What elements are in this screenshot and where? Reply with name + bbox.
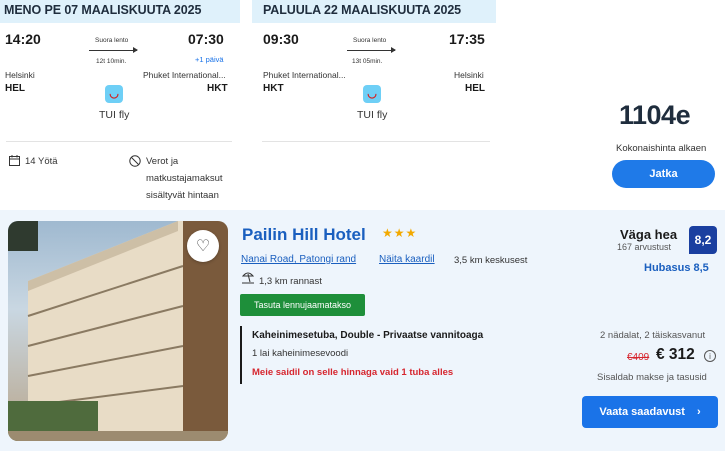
heart-icon[interactable]: ♡ — [187, 230, 219, 262]
chevron-right-icon: › — [696, 406, 701, 418]
rating-word: Väga hea — [620, 227, 678, 242]
outbound-direct-label: Suora lento — [95, 37, 129, 44]
continue-button[interactable]: Jatka — [612, 160, 715, 188]
inbound-direct-label: Suora lento — [353, 37, 387, 44]
outbound-from-code: HEL — [5, 83, 25, 94]
outbound-divider — [6, 141, 232, 142]
distance-beach: 1,3 km rannast — [259, 276, 322, 287]
outbound-airline: TUI fly — [99, 109, 130, 121]
scarcity-message: Meie saidil on selle hinnaga vaid 1 tuba… — [252, 367, 454, 378]
total-price-label: Kokonaishinta alkaen — [616, 143, 707, 154]
distance-center: 3,5 km keskusest — [454, 255, 528, 266]
bed-info: 1 lai kaheinimesevoodi — [252, 348, 349, 359]
outbound-arrive-time: 07:30 — [188, 31, 224, 47]
hotel-address-link[interactable]: Nanai Road, Patongi rand — [241, 254, 356, 265]
inbound-depart-time: 09:30 — [263, 31, 299, 47]
tui-logo-icon: ◡ — [363, 85, 381, 103]
outbound-header: MENO PE 07 MAALISKUUTA 2025 — [0, 0, 240, 23]
stay-info: 2 nädalat, 2 täiskasvanut — [600, 330, 706, 341]
inbound-duration: 13t 05min. — [352, 58, 383, 65]
outbound-duration: 12t 10min. — [96, 58, 127, 65]
outbound-to-city: Phuket International... — [143, 70, 226, 80]
calendar-icon — [9, 155, 20, 169]
inbound-arrive-time: 17:35 — [449, 31, 485, 47]
fees-line: Verot ja — [146, 156, 179, 167]
taxes-included: Sisaldab makse ja tasusid — [597, 372, 707, 383]
hotel-stars: ★★★ — [382, 226, 418, 240]
new-price: € 312 — [656, 346, 695, 363]
beach-umbrella-icon — [241, 270, 255, 287]
fees-note: Verot ja matkustajamaksut sisältyvät hin… — [146, 153, 223, 204]
inbound-to-city: Helsinki — [454, 70, 484, 80]
coziness-score: Hubasus 8,5 — [644, 262, 709, 274]
show-on-map-link[interactable]: Näita kaardil — [379, 254, 435, 265]
inbound-to-code: HEL — [465, 83, 485, 94]
nights-count: 14 Yötä — [25, 156, 58, 167]
inbound-divider — [262, 141, 490, 142]
outbound-from-city: Helsinki — [5, 70, 35, 80]
view-availability-label: Vaata saadavust — [599, 406, 685, 418]
hotel-name[interactable]: Pailin Hill Hotel — [242, 225, 366, 245]
outbound-plus-day: +1 päivä — [195, 55, 224, 64]
inbound-header: PALUULA 22 MAALISKUUTA 2025 — [252, 0, 496, 23]
inbound-from-city: Phuket International... — [263, 70, 346, 80]
review-count[interactable]: 167 arvustust — [617, 242, 671, 252]
view-availability-button[interactable]: Vaata saadavust › — [582, 396, 718, 428]
tui-logo-icon: ◡ — [105, 85, 123, 103]
inbound-arrow — [347, 47, 396, 53]
old-price: €409 — [627, 352, 650, 363]
search-results-page: MENO PE 07 MAALISKUUTA 2025 14:20 Suora … — [0, 0, 725, 451]
outbound-arrow — [89, 47, 138, 53]
fees-line: sisältyvät hintaan — [146, 190, 219, 201]
outbound-to-code: HKT — [207, 83, 228, 94]
fees-line: matkustajamaksut — [146, 173, 223, 184]
room-divider — [240, 326, 242, 384]
inbound-airline: TUI fly — [357, 109, 388, 121]
info-icon[interactable]: i — [704, 350, 716, 362]
room-type: Kaheinimesetuba, Double - Privaatse vann… — [252, 330, 484, 341]
outbound-depart-time: 14:20 — [5, 31, 41, 47]
promo-badge: Tasuta lennujaamatakso — [240, 294, 365, 316]
total-price: 1104e — [619, 100, 691, 130]
score-badge: 8,2 — [689, 226, 717, 254]
inbound-from-code: HKT — [263, 83, 284, 94]
no-fees-icon — [129, 155, 141, 170]
